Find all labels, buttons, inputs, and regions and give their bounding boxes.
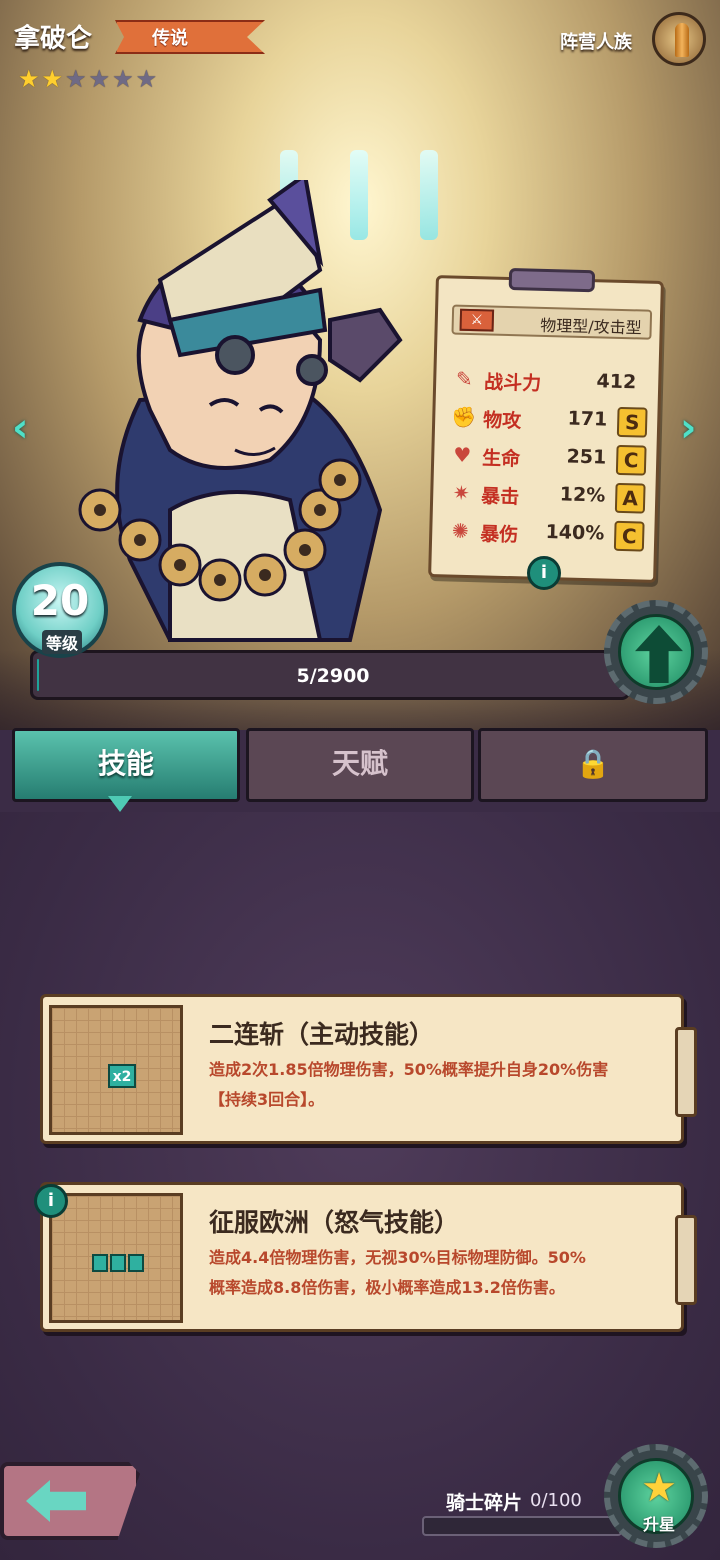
skill-desc-line: 【持续3回合】。 xyxy=(209,1090,325,1109)
stats-info-button[interactable]: i xyxy=(527,556,561,590)
skill-card[interactable]: x2 二连斩（主动技能） 造成2次1.85倍物理伤害，50%概率提升自身20%伤… xyxy=(40,994,697,1144)
fragments-progress-bar xyxy=(422,1516,622,1536)
skill-desc-line: 造成2次1.85倍物理伤害，50%概率提升自身20%伤害 xyxy=(209,1060,609,1079)
card-side-tab xyxy=(675,1027,697,1117)
lock-icon: 🔒 xyxy=(575,747,611,780)
arrow-left-icon xyxy=(26,1480,86,1522)
star-empty-icon: ★ xyxy=(88,65,111,93)
level-up-button[interactable] xyxy=(604,600,708,704)
star-up-label: 升星 xyxy=(642,1515,675,1534)
stat-value: 412 xyxy=(596,370,637,394)
arrow-up-icon xyxy=(635,625,683,683)
skill-desc-line: 概率造成8.8倍伤害，极小概率造成13.2倍伤害。 xyxy=(209,1278,565,1297)
star-empty-icon: ★ xyxy=(135,65,158,93)
stat-label: 生命 xyxy=(481,447,521,471)
exp-text: 5/2900 xyxy=(296,665,370,687)
power-icon: ✎ xyxy=(455,366,473,392)
stat-grade-badge: C xyxy=(615,444,647,476)
stat-value: 171 xyxy=(567,407,608,431)
stat-label: 暴伤 xyxy=(479,523,519,547)
stat-row-attack: ✊ 物攻 171 S xyxy=(451,403,652,440)
crit-icon: ✷ xyxy=(452,480,470,506)
clipboard-clip xyxy=(508,267,596,293)
skill-icon-frame: x2 xyxy=(49,1005,183,1135)
stat-row-crit: ✷ 暴击 12% A xyxy=(449,478,650,515)
hero-type-label: 物理型/攻击型 xyxy=(540,315,642,338)
skill-badge: x2 xyxy=(108,1064,136,1088)
stat-label: 暴击 xyxy=(480,485,520,509)
rarity-ribbon: 传说 xyxy=(115,20,265,54)
stat-row-hp: ♥ 生命 251 C xyxy=(450,441,651,478)
stat-grade-badge: S xyxy=(616,406,648,438)
tab-bar: 技能 天赋 🔒 xyxy=(12,728,708,804)
star-empty-icon: ★ xyxy=(65,65,87,93)
skill-description: 造成4.4倍物理伤害，无视30%目标物理防御。50% 概率造成8.8倍伤害，极小… xyxy=(209,1243,669,1303)
stats-card: ⚔ 物理型/攻击型 ✎ 战斗力 412 ✊ 物攻 171 S ♥ 生命 251 … xyxy=(428,267,664,583)
star-filled-icon: ★ xyxy=(41,65,64,93)
tab-talent[interactable]: 天赋 xyxy=(246,728,474,802)
skill-title: 二连斩（主动技能） xyxy=(209,1020,435,1049)
faction-badge[interactable] xyxy=(652,12,706,66)
stat-value: 12% xyxy=(559,483,606,507)
tab-locked[interactable]: 🔒 xyxy=(478,728,708,802)
sword-icon: ⚔ xyxy=(459,308,495,332)
level-number: 20 xyxy=(30,576,90,625)
star-icon: ★ xyxy=(641,1465,677,1511)
skill-icon-frame xyxy=(49,1193,183,1323)
fragments-label: 骑士碎片 xyxy=(446,1492,523,1514)
skill-description: 造成2次1.85倍物理伤害，50%概率提升自身20%伤害 【持续3回合】。 xyxy=(209,1055,669,1115)
stat-grade-badge: A xyxy=(614,482,646,514)
level-badge: 20 等级 xyxy=(12,562,108,658)
skill-card[interactable]: 征服欧洲（怒气技能） 造成4.4倍物理伤害，无视30%目标物理防御。50% 概率… xyxy=(40,1182,697,1332)
next-hero-arrow[interactable]: › xyxy=(680,405,696,451)
stat-value: 140% xyxy=(545,521,605,545)
tab-pointer xyxy=(108,796,132,812)
fragments-value: 0/100 xyxy=(530,1490,582,1511)
stat-value: 251 xyxy=(566,445,607,469)
stat-row-crit-damage: ✺ 暴伤 140% C xyxy=(448,516,649,553)
skill-desc-line: 造成4.4倍物理伤害，无视30%目标物理防御。50% xyxy=(209,1248,586,1267)
star-filled-icon: ★ xyxy=(18,65,40,93)
stat-row-power: ✎ 战斗力 412 xyxy=(452,365,653,402)
rage-bars-icon xyxy=(92,1254,144,1272)
bullet-icon xyxy=(675,23,689,57)
skill-info-button[interactable]: i xyxy=(34,1184,68,1218)
level-label: 等级 xyxy=(42,630,82,654)
hero-type: ⚔ 物理型/攻击型 xyxy=(451,304,653,340)
attack-icon: ✊ xyxy=(450,404,477,430)
back-button[interactable] xyxy=(0,1462,140,1540)
heart-icon: ♥ xyxy=(453,442,472,468)
stat-grade-badge: C xyxy=(613,520,645,552)
card-side-tab xyxy=(675,1215,697,1305)
star-empty-icon: ★ xyxy=(112,65,134,93)
hero-name: 拿破仑 xyxy=(14,24,93,54)
star-rating: ★ ★ ★ ★ ★ ★ xyxy=(18,66,157,92)
rarity-label: 传说 xyxy=(152,28,188,49)
crit-damage-icon: ✺ xyxy=(451,518,469,544)
skill-title: 征服欧洲（怒气技能） xyxy=(209,1208,460,1237)
exp-bar: 5/2900 xyxy=(30,650,630,700)
star-up-button[interactable]: ★ 升星 xyxy=(604,1444,708,1548)
stat-label: 战斗力 xyxy=(483,371,542,395)
tab-skills[interactable]: 技能 xyxy=(12,728,240,802)
stat-label: 物攻 xyxy=(482,409,522,433)
faction-label: 阵营人族 xyxy=(560,32,632,53)
